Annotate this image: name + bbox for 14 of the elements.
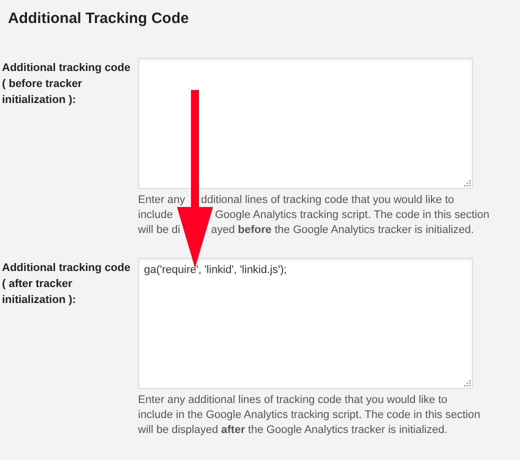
- resize-grip-icon[interactable]: [464, 380, 471, 387]
- field-description: Enter any additional lines of tracking code that you would like to include in the Google Analytics tracking script. The code in this section will be displayed after the Google Analytics tracker is initialized.: [138, 393, 482, 438]
- section-heading: Additional Tracking Code: [8, 9, 189, 29]
- code-textarea[interactable]: [138, 58, 473, 189]
- description-fragment: Enter any: [138, 193, 186, 208]
- description-fragment: dditional lines of tracking code that you would like to: [201, 193, 454, 208]
- description-fragment: will be di: [138, 223, 182, 238]
- description-fragment: ayed before the Google Analytics tracker is initialized.: [211, 223, 474, 238]
- description-fragment: include: [138, 208, 174, 223]
- description-fragment: Google Analytics tracking script. The code in this section: [215, 208, 490, 223]
- code-textarea[interactable]: ga('require', 'linkid', 'linkid.js');: [138, 258, 473, 389]
- resize-grip-icon[interactable]: [464, 180, 471, 187]
- field-label: Additional tracking code ( after tracker initialization ):: [1, 261, 132, 308]
- field-label: Additional tracking code ( before tracker initialization ):: [1, 61, 132, 108]
